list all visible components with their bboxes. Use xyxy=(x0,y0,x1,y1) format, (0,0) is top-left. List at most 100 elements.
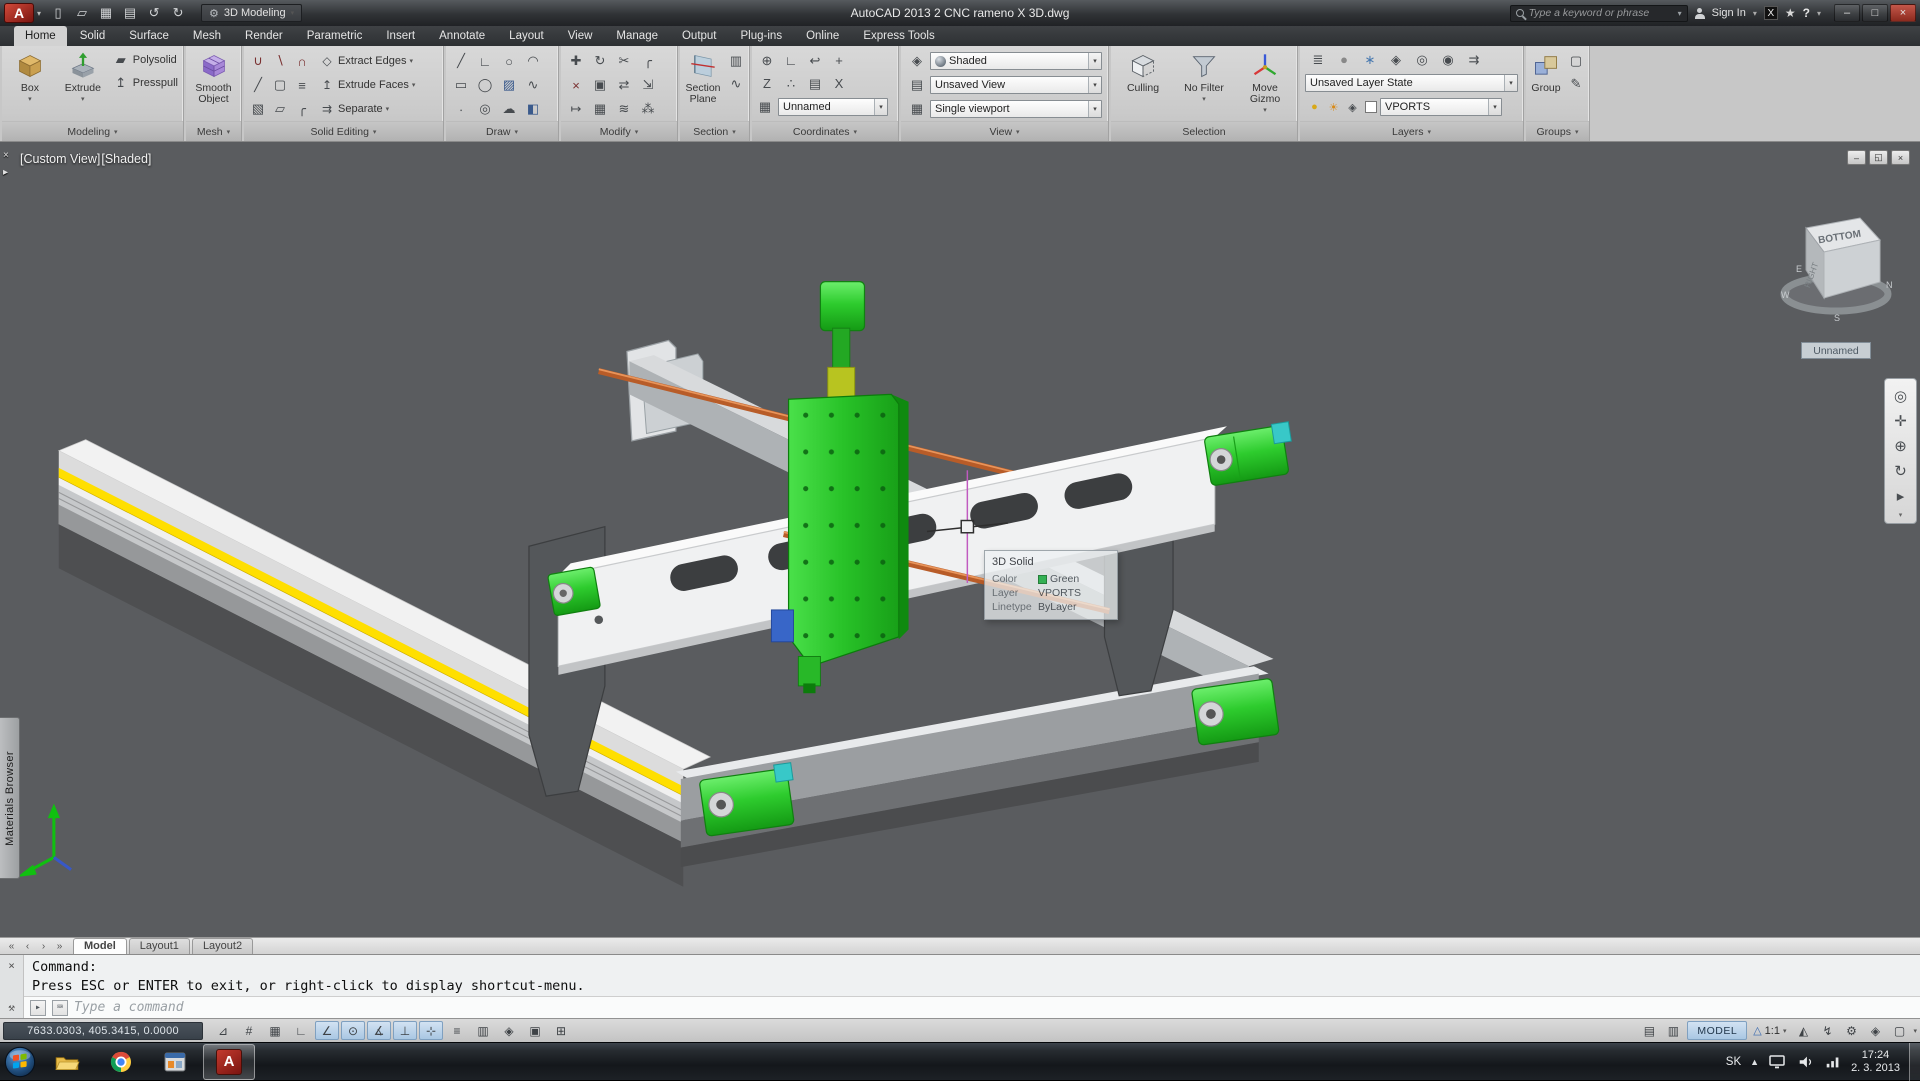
materials-browser-tab[interactable]: Materials Browser xyxy=(0,717,20,879)
taskbar-explorer-button[interactable] xyxy=(41,1044,93,1080)
layer-isolate-icon[interactable]: ◎ xyxy=(1409,50,1435,69)
close-icon[interactable]: × xyxy=(8,959,15,972)
panel-label-selection[interactable]: Selection xyxy=(1111,121,1297,141)
ribbon-tab[interactable]: Insert xyxy=(375,26,426,46)
customize-wrench-icon[interactable]: ⚒ xyxy=(8,1001,15,1014)
shell-icon[interactable]: ▢ xyxy=(270,76,290,95)
mirror-icon[interactable]: ⇄ xyxy=(614,76,634,95)
ribbon-tab[interactable]: Surface xyxy=(118,26,180,46)
panel-label-groups[interactable]: Groups▾ xyxy=(1526,121,1589,141)
workspace-switching-button[interactable]: ⚙ xyxy=(1840,1021,1862,1040)
named-ucs-icon[interactable]: ▦ xyxy=(755,98,775,117)
showmotion-icon[interactable]: ▸ xyxy=(1888,483,1914,508)
help-search-input[interactable]: Type a keyword or phrase ▾ xyxy=(1510,5,1688,22)
viewport-config-combo[interactable]: Single viewport ▾ xyxy=(930,100,1102,118)
network-tray-icon[interactable] xyxy=(1824,1053,1842,1071)
layer-freeze-icon[interactable]: ∗ xyxy=(1357,50,1383,69)
presspull-button[interactable]: ↥ Presspull xyxy=(111,72,180,94)
layout-tab[interactable]: Layout1 xyxy=(129,938,190,954)
sign-in-button[interactable]: Sign In xyxy=(1712,7,1746,19)
helix-icon[interactable]: ◎ xyxy=(475,100,495,119)
panel-label-solid-editing[interactable]: Solid Editing▾ xyxy=(244,121,443,141)
ribbon-tab[interactable]: Output xyxy=(671,26,728,46)
pan-icon[interactable]: ✛ xyxy=(1888,408,1914,433)
orbit-icon[interactable]: ↻ xyxy=(1888,458,1914,483)
object-snap-toggle[interactable]: ⊙ xyxy=(341,1021,365,1040)
ellipse-icon[interactable]: ◯ xyxy=(475,76,495,95)
combo-caret-icon[interactable]: ▾ xyxy=(1504,75,1517,91)
gradient-icon[interactable]: ◧ xyxy=(523,100,543,119)
ucs-icon[interactable]: ∟ xyxy=(779,49,803,72)
taskbar-chrome-button[interactable] xyxy=(95,1044,147,1080)
hatch-icon[interactable]: ▨ xyxy=(499,76,519,95)
next-tab-icon[interactable]: › xyxy=(36,941,51,952)
ribbon-tab[interactable]: Express Tools xyxy=(852,26,945,46)
ribbon-tab[interactable]: Solid xyxy=(69,26,117,46)
live-section-icon[interactable]: ▥ xyxy=(726,51,746,70)
toolbar-lock-button[interactable]: ◈ xyxy=(1864,1021,1886,1040)
fillet-icon[interactable]: ╭ xyxy=(638,52,658,71)
move-icon[interactable]: ✚ xyxy=(566,52,586,71)
3d-model-canvas[interactable] xyxy=(0,142,1920,937)
layer-combo[interactable]: VPORTS ▾ xyxy=(1380,98,1502,116)
statusbar-menu-caret-icon[interactable]: ▾ xyxy=(1913,1027,1917,1035)
navbar-caret-icon[interactable]: ▾ xyxy=(1899,511,1903,519)
visual-style-control[interactable]: [Shaded] xyxy=(101,152,151,166)
annotation-visibility-button[interactable]: ◭ xyxy=(1792,1021,1814,1040)
help-caret-icon[interactable]: ▾ xyxy=(1817,9,1821,18)
model-space-button[interactable]: MODEL xyxy=(1687,1021,1747,1040)
object-snap-tracking-toggle[interactable]: ∡ xyxy=(367,1021,391,1040)
ucs-x-rotate-icon[interactable]: X xyxy=(827,72,851,95)
help-icon[interactable]: ? xyxy=(1803,6,1810,20)
selection-cycling-toggle[interactable]: ▣ xyxy=(523,1021,547,1040)
panel-label-modify[interactable]: Modify▾ xyxy=(561,121,677,141)
z-axis-assembly[interactable] xyxy=(771,282,908,694)
panel-label-mesh[interactable]: Mesh▾ xyxy=(186,121,241,141)
slice-icon[interactable]: ╱ xyxy=(248,76,268,95)
drawing-minimize-button[interactable]: ‒ xyxy=(1847,150,1866,165)
section-plane-button[interactable]: Section Plane xyxy=(683,49,723,121)
annotation-autoscale-button[interactable]: ↯ xyxy=(1816,1021,1838,1040)
arc-icon[interactable]: ◠ xyxy=(523,52,543,71)
coordinates-readout[interactable]: 7633.0303, 405.3415, 0.0000 xyxy=(3,1022,203,1040)
last-tab-icon[interactable]: » xyxy=(52,941,67,952)
undo-icon[interactable]: ↺ xyxy=(143,3,165,23)
named-views-combo[interactable]: Unsaved View ▾ xyxy=(930,76,1102,94)
taskbar-clock[interactable]: 17:24 2. 3. 2013 xyxy=(1851,1049,1900,1075)
ribbon-tab[interactable]: Mesh xyxy=(182,26,232,46)
panel-label-modeling[interactable]: Modeling▾ xyxy=(2,121,183,141)
extract-edges-button[interactable]: ◇ Extract Edges ▾ xyxy=(316,49,418,72)
ribbon-tab[interactable]: View xyxy=(557,26,604,46)
circle-icon[interactable]: ○ xyxy=(499,52,519,71)
copy-icon[interactable]: ▣ xyxy=(590,76,610,95)
viewport-config-icon[interactable]: ▦ xyxy=(907,100,927,119)
open-file-icon[interactable]: ▱ xyxy=(71,3,93,23)
command-input[interactable]: ▸ ⌨ Type a command xyxy=(24,996,1920,1018)
ortho-mode-toggle[interactable]: ∟ xyxy=(289,1021,313,1040)
ribbon-tab[interactable]: Plug-ins xyxy=(730,26,794,46)
dynamic-ucs-toggle[interactable]: ⊥ xyxy=(393,1021,417,1040)
layer-match-icon[interactable]: ⇉ xyxy=(1461,50,1487,69)
group-edit-icon[interactable]: ✎ xyxy=(1566,74,1586,93)
layer-thaw-icon[interactable]: ☀ xyxy=(1324,98,1343,117)
ribbon-tab[interactable]: Parametric xyxy=(296,26,374,46)
workspace-switcher[interactable]: ⚙ 3D Modeling ▾ xyxy=(201,4,302,22)
ribbon-tab[interactable]: Online xyxy=(795,26,850,46)
ungroup-icon[interactable]: ▢ xyxy=(1566,51,1586,70)
viewcube-home-view[interactable]: Unnamed xyxy=(1801,342,1871,359)
subtract-icon[interactable]: ∖ xyxy=(270,52,290,71)
ucs-z-axis-icon[interactable]: Z xyxy=(755,72,779,95)
dynamic-input-toggle[interactable]: ⊹ xyxy=(419,1021,443,1040)
layer-off-icon[interactable]: ● xyxy=(1331,50,1357,69)
panel-label-draw[interactable]: Draw▾ xyxy=(446,121,558,141)
quick-properties-toggle[interactable]: ◈ xyxy=(497,1021,521,1040)
layer-lock-icon[interactable]: ◈ xyxy=(1383,50,1409,69)
start-button[interactable] xyxy=(0,1043,40,1081)
ucs-combo[interactable]: Unnamed ▾ xyxy=(778,98,888,116)
view-control[interactable]: [Custom View] xyxy=(20,152,100,166)
imprint-icon[interactable]: ▧ xyxy=(248,100,268,119)
union-icon[interactable]: ∪ xyxy=(248,52,268,71)
drawing-restore-button[interactable]: ◱ xyxy=(1869,150,1888,165)
visual-styles-icon[interactable]: ◈ xyxy=(907,52,927,71)
layer-color-swatch[interactable] xyxy=(1365,101,1377,113)
